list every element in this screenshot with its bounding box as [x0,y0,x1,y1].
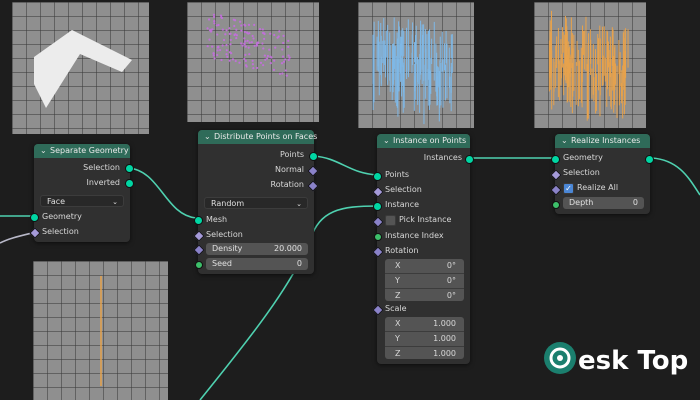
scale-label: Scale [385,304,407,313]
node-realize-instances[interactable]: ⌄ Realize Instances Geometry Selection ✓ … [550,134,654,214]
node-header[interactable]: ⌄ Separate Geometry [34,144,130,158]
socket-points-in[interactable] [373,172,382,181]
axis-value: 1.000 [433,319,456,328]
rotation-vector[interactable]: X 0° Y 0° Z 0° [385,259,464,301]
density-field[interactable]: Density 20.000 [206,243,308,255]
seed-label: Seed [212,259,232,268]
rotation-z-field[interactable]: Z 0° [385,289,464,303]
chevron-down-icon: ⌄ [112,198,118,206]
preview-viewer [33,261,168,400]
axis-label: Y [395,276,400,285]
scale-y-field[interactable]: Y 1.000 [385,332,464,347]
density-label: Density [212,244,243,253]
socket-geometry-in[interactable] [551,155,560,164]
method-dropdown[interactable]: Random ⌄ [204,197,308,209]
domain-dropdown[interactable]: Face ⌄ [40,195,124,207]
output-selection: Selection [83,163,120,172]
socket-geometry-out[interactable] [645,155,654,164]
pick-instance-label: Pick Instance [399,215,452,224]
input-selection: Selection [385,185,422,194]
wire-points-to-points [313,155,379,176]
socket-instances-out[interactable] [465,155,474,164]
density-value: 20.000 [274,244,302,253]
input-geometry: Geometry [42,212,82,221]
wire-geometry-out [651,157,700,196]
node-title: Distribute Points on Faces [214,132,318,141]
rotation-x-field[interactable]: X 0° [385,259,464,274]
output-instances: Instances [423,153,462,162]
socket-mesh-in[interactable] [194,216,203,225]
axis-value: 0° [446,276,456,285]
preview-instance-on-points [358,2,474,128]
axis-value: 0° [446,261,456,270]
seed-field[interactable]: Seed 0 [206,258,308,270]
axis-label: Z [395,349,401,358]
socket-seed-in[interactable] [195,261,203,269]
rotation-y-field[interactable]: Y 0° [385,274,464,289]
domain-value: Face [47,197,66,206]
chevron-down-icon: ⌄ [296,200,302,208]
output-rotation: Rotation [270,180,304,189]
node-header[interactable]: ⌄ Realize Instances [555,134,650,148]
input-geometry: Geometry [563,153,603,162]
input-selection: Selection [563,168,600,177]
scale-vector[interactable]: X 1.000 Y 1.000 Z 1.000 [385,317,464,359]
input-instance: Instance [385,200,420,209]
depth-field[interactable]: Depth 0 [563,197,644,209]
depth-value: 0 [632,198,638,207]
node-title: Instance on Points [393,136,467,145]
socket-inverted-out[interactable] [125,179,134,188]
input-selection: Selection [206,230,243,239]
depth-label: Depth [569,198,594,207]
input-mesh: Mesh [206,215,228,224]
socket-instance-index-in[interactable] [374,233,382,241]
wire-selection-to-mesh [127,167,197,219]
axis-label: X [395,261,401,270]
node-separate-geometry[interactable]: ⌄ Separate Geometry Selection Inverted Fa… [29,144,134,242]
node-title: Separate Geometry [50,146,129,155]
axis-label: X [395,319,401,328]
preview-distribute-points [187,2,319,122]
axis-label: Z [395,291,401,300]
realize-all-label: Realize All [577,183,619,192]
socket-depth-in[interactable] [552,201,560,209]
seed-value: 0 [296,259,302,268]
output-points: Points [279,150,304,159]
socket-instance-in[interactable] [373,202,382,211]
realize-all-checkbox[interactable]: ✓ [563,183,574,194]
chevron-down-icon[interactable]: ⌄ [204,130,214,144]
node-distribute-points-on-faces[interactable]: ⌄ Distribute Points on Faces Points Norma… [193,130,319,274]
watermark-logo-icon [544,342,576,374]
instance-index-label: Instance Index [385,231,444,240]
watermark-text: esk Top [578,346,689,376]
chevron-down-icon[interactable]: ⌄ [561,134,571,148]
socket-selection-out[interactable] [125,164,134,173]
scale-x-field[interactable]: X 1.000 [385,317,464,332]
method-value: Random [211,199,245,208]
preview-realize-instances [534,2,646,128]
output-inverted: Inverted [86,178,120,187]
axis-value: 1.000 [433,349,456,358]
rotation-label: Rotation [385,246,419,255]
axis-value: 0° [446,291,456,300]
axis-value: 1.000 [433,334,456,343]
chevron-down-icon[interactable]: ⌄ [383,134,393,148]
input-selection: Selection [42,227,79,236]
pick-instance-checkbox[interactable] [385,215,396,226]
node-header[interactable]: ⌄ Instance on Points [377,134,470,148]
input-points: Points [385,170,410,179]
axis-label: Y [395,334,400,343]
node-instance-on-points[interactable]: ⌄ Instance on Points Instances Points Sel… [372,134,474,364]
output-normal: Normal [275,165,304,174]
chevron-down-icon[interactable]: ⌄ [40,144,50,158]
node-header[interactable]: ⌄ Distribute Points on Faces [198,130,318,144]
socket-geometry-in[interactable] [30,213,39,222]
socket-points-out[interactable] [309,152,318,161]
preview-separate-geometry [12,2,149,134]
node-title: Realize Instances [571,136,641,145]
scale-z-field[interactable]: Z 1.000 [385,347,464,361]
